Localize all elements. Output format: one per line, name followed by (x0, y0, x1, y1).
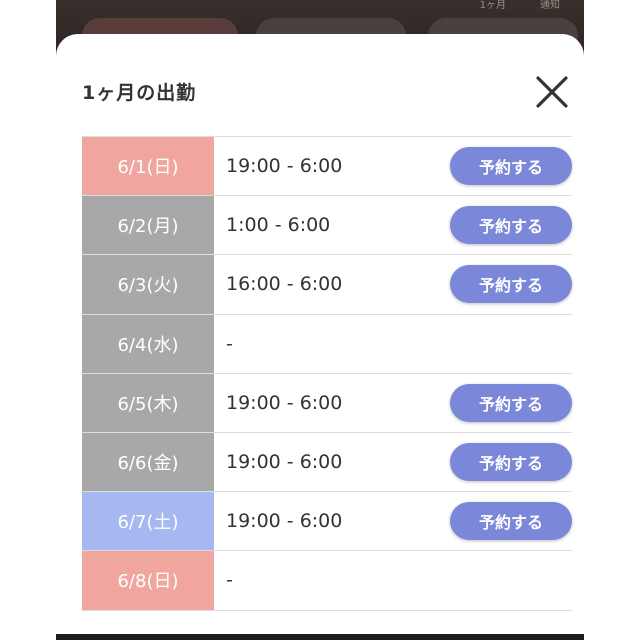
time-cell: 16:00 - 6:00 予約する (214, 255, 572, 313)
date-cell: 6/3(火) (82, 255, 214, 314)
date-cell: 6/7(土) (82, 492, 214, 551)
shift-time: - (226, 569, 233, 592)
time-cell: 19:00 - 6:00 予約する (214, 137, 572, 195)
shift-time: 19:00 - 6:00 (226, 155, 343, 178)
schedule-row: 6/2(月) 1:00 - 6:00 予約する (82, 196, 572, 256)
shift-time: 1:00 - 6:00 (226, 214, 331, 237)
schedule-modal: 1ヶ月の出勤 6/1(日) 19:00 - 6:00 予約する 6/2(月) 1:00 … (56, 34, 584, 640)
schedule-row: 6/8(日) - (82, 551, 572, 611)
time-cell: 19:00 - 6:00 予約する (214, 433, 572, 491)
schedule-row: 6/6(金) 19:00 - 6:00 予約する (82, 432, 572, 493)
reserve-button[interactable]: 予約する (450, 147, 572, 186)
time-cell: - (214, 551, 572, 609)
date-cell: 6/4(水) (82, 314, 214, 373)
close-x-icon (536, 76, 568, 108)
background-nav-item: 1ヶ月 (479, 0, 506, 11)
background-nav-item: 通知 (540, 0, 560, 11)
shift-time: 19:00 - 6:00 (226, 510, 343, 533)
date-cell: 6/8(日) (82, 551, 214, 610)
screen: 1ヶ月 通知 1ヶ月の出勤 6/1(日) 19:00 - 6:00 予約する 6/2(… (0, 0, 640, 640)
date-cell: 6/6(金) (82, 432, 214, 492)
shift-time: 16:00 - 6:00 (226, 273, 343, 296)
reserve-button[interactable]: 予約する (450, 443, 572, 482)
schedule-row: 6/1(日) 19:00 - 6:00 予約する (82, 137, 572, 197)
reserve-button[interactable]: 予約する (450, 206, 572, 245)
modal-title: 1ヶ月の出勤 (82, 82, 197, 104)
schedule-row: 6/3(火) 16:00 - 6:00 予約する (82, 255, 572, 315)
background-top-nav: 1ヶ月 通知 (480, 0, 560, 11)
shift-time: - (226, 332, 233, 355)
time-cell: 19:00 - 6:00 予約する (214, 492, 572, 550)
close-button[interactable] (532, 72, 572, 112)
reserve-button[interactable]: 予約する (450, 502, 572, 541)
date-cell: 6/5(木) (82, 373, 214, 432)
shift-time: 19:00 - 6:00 (226, 391, 343, 414)
shift-time: 19:00 - 6:00 (226, 451, 343, 474)
schedule-table: 6/1(日) 19:00 - 6:00 予約する 6/2(月) 1:00 - 6:00 予… (82, 136, 572, 611)
schedule-row: 6/4(水) - (82, 314, 572, 374)
date-cell: 6/1(日) (82, 137, 214, 196)
time-cell: - (214, 315, 572, 373)
reserve-button[interactable]: 予約する (450, 265, 572, 304)
date-cell: 6/2(月) (82, 196, 214, 255)
schedule-row: 6/5(木) 19:00 - 6:00 予約する (82, 373, 572, 433)
time-cell: 1:00 - 6:00 予約する (214, 196, 572, 254)
bottom-bar (56, 634, 584, 640)
reserve-button[interactable]: 予約する (450, 383, 572, 422)
schedule-row: 6/7(土) 19:00 - 6:00 予約する (82, 492, 572, 552)
time-cell: 19:00 - 6:00 予約する (214, 374, 572, 432)
